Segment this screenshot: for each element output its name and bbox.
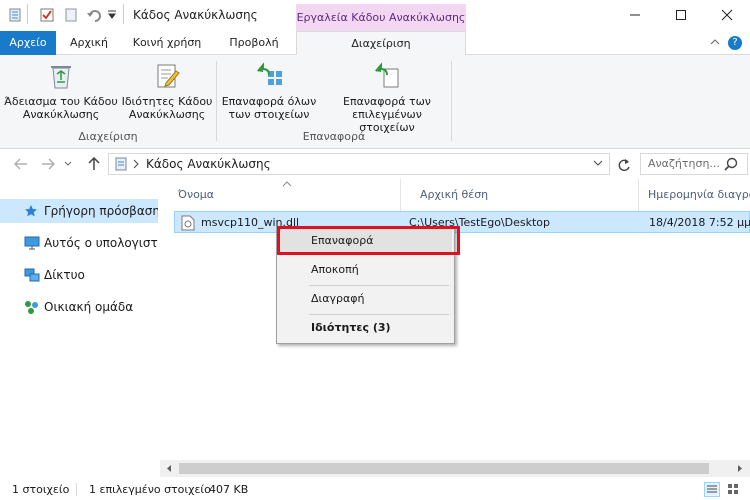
up-arrow-icon [88,157,100,170]
status-bar: 1 στοιχείο 1 επιλεγμένο στοιχείο 407 KB [0,479,750,500]
table-row[interactable]: msvcp110_win.dll C:\Users\TestEgo\Deskto… [174,211,750,233]
ribbon: Άδειασμα του Κάδου Ανακύκλωσης Ιδιότητες… [0,55,750,149]
breadcrumb-location[interactable]: Κάδος Ανακύκλωσης [146,157,271,171]
status-selected-size: 407 KB [209,483,249,496]
column-header-original-location[interactable]: Αρχική θέση [402,179,638,211]
back-button[interactable] [11,154,31,174]
recycle-bin-icon [51,66,71,89]
group-label-manage: Διαχείριση [78,130,138,143]
search-icon[interactable] [724,157,738,171]
empty-recycle-bin-label: Άδειασμα του Κάδου Ανακύκλωσης [4,95,118,121]
recycle-bin-properties-button[interactable]: Ιδιότητες Κάδου Ανακύκλωσης [121,61,213,121]
recycle-bin-address-icon [114,157,128,171]
address-dropdown-icon[interactable] [593,160,603,168]
file-list: Όνομα Αρχική θέση Ημερομηνία διαγρα msvc… [160,179,750,479]
title-bar: Κάδος Ανακύκλωσης Εργαλεία Κάδου Ανακύκλ… [0,0,750,31]
restore-all-button[interactable]: Επαναφορά όλων των στοιχείων [219,61,319,121]
horizontal-scrollbar[interactable] [160,460,750,477]
nav-label-homegroup: Οικιακή ομάδα [44,300,134,314]
tab-view[interactable]: Προβολή [214,31,294,55]
context-tab-title: Εργαλεία Κάδου Ανακύκλωσης [296,4,466,31]
scrollbar-thumb[interactable] [179,463,709,474]
recent-locations-button[interactable] [62,154,74,174]
tab-share[interactable]: Κοινή χρήση [122,31,212,55]
search-placeholder: Αναζήτηση... [648,157,720,170]
help-icon[interactable]: ? [728,36,742,50]
star-icon [25,205,37,217]
restore-selected-icon [375,62,399,88]
menu-item-properties[interactable]: Ιδιότητες (3) [279,316,452,340]
highlight-annotation-box [277,226,460,255]
close-button[interactable] [704,0,750,30]
file-date-deleted: 18/4/2018 7:52 μμ [649,216,750,229]
minimize-button[interactable] [612,0,658,30]
nav-label-quick-access: Γρήγορη πρόσβαση [44,204,158,218]
minimize-icon [630,14,640,16]
status-item-count: 1 στοιχείο [12,483,70,496]
recycle-bin-small-icon [8,8,22,22]
nav-item-quick-access[interactable]: Γρήγορη πρόσβαση [0,199,158,223]
properties-qat-icon[interactable] [40,8,54,22]
recycle-bin-properties-label: Ιδιότητες Κάδου Ανακύκλωσης [121,95,213,121]
maximize-icon [676,10,686,20]
computer-icon [24,236,40,250]
ribbon-collapse-icon[interactable] [710,37,720,47]
column-header-date-deleted[interactable]: Ημερομηνία διαγρα [638,179,750,211]
back-arrow-icon [14,158,27,170]
chevron-down-icon [64,161,72,166]
forward-arrow-icon [42,158,55,170]
tab-file[interactable]: Αρχείο [0,31,56,55]
undo-qat-icon[interactable] [86,7,102,23]
window-title: Κάδος Ανακύκλωσης [133,8,258,22]
nav-item-network[interactable]: Δίκτυο [0,263,158,287]
restore-all-icon [257,62,282,85]
nav-item-homegroup[interactable]: Οικιακή ομάδα [0,295,158,319]
restore-selected-label: Επαναφορά των επιλεγμένων στοιχείων [343,95,431,134]
address-bar-row: Κάδος Ανακύκλωσης Αναζήτηση... [0,149,750,179]
column-header-name[interactable]: Όνομα [160,179,400,211]
homegroup-icon [25,301,38,314]
maximize-button[interactable] [658,0,704,30]
refresh-icon [618,159,630,172]
forward-button[interactable] [38,154,58,174]
tab-manage[interactable]: Διαχείριση [296,31,466,56]
menu-separator [309,285,449,286]
menu-item-cut[interactable]: Αποκοπή [279,258,452,282]
properties-icon [157,64,180,88]
scroll-left-icon[interactable] [165,464,173,473]
menu-separator [309,314,449,315]
qat-dropdown-icon[interactable] [107,10,117,20]
dll-file-icon [181,215,195,231]
status-selected-count: 1 επιλεγμένο στοιχείο [89,483,211,496]
column-separator[interactable] [400,179,401,211]
group-label-restore: Επαναφορά [302,130,366,143]
details-view-icon [707,485,717,493]
new-folder-qat-icon[interactable] [64,8,78,22]
network-icon [24,268,40,282]
restore-selected-button[interactable]: Επαναφορά των επιλεγμένων στοιχείων [326,61,448,134]
nav-item-this-pc[interactable]: Αυτός ο υπολογιστής [0,231,158,255]
up-button[interactable] [84,154,104,174]
nav-label-network: Δίκτυο [44,268,85,282]
large-icons-view-button[interactable] [726,482,742,497]
menu-item-delete[interactable]: Διαγραφή [279,287,452,311]
tab-home[interactable]: Αρχική [58,31,120,55]
empty-recycle-bin-button[interactable]: Άδειασμα του Κάδου Ανακύκλωσης [3,61,119,121]
close-icon [721,9,733,21]
ribbon-group-separator [216,61,217,141]
refresh-button[interactable] [614,155,634,175]
scroll-right-icon[interactable] [736,464,744,473]
large-icons-view-icon [728,484,738,494]
details-view-button[interactable] [704,482,720,497]
nav-label-this-pc: Αυτός ο υπολογιστής [44,236,158,250]
ribbon-group-separator [451,61,452,141]
navigation-pane: Γρήγορη πρόσβαση Αυτός ο υπολογιστής Δίκ… [0,179,160,479]
restore-all-label: Επαναφορά όλων των στοιχείων [221,95,317,121]
breadcrumb-separator-icon[interactable] [133,159,139,169]
ribbon-tabs: Αρχείο Αρχική Κοινή χρήση Προβολή Διαχεί… [0,31,750,56]
